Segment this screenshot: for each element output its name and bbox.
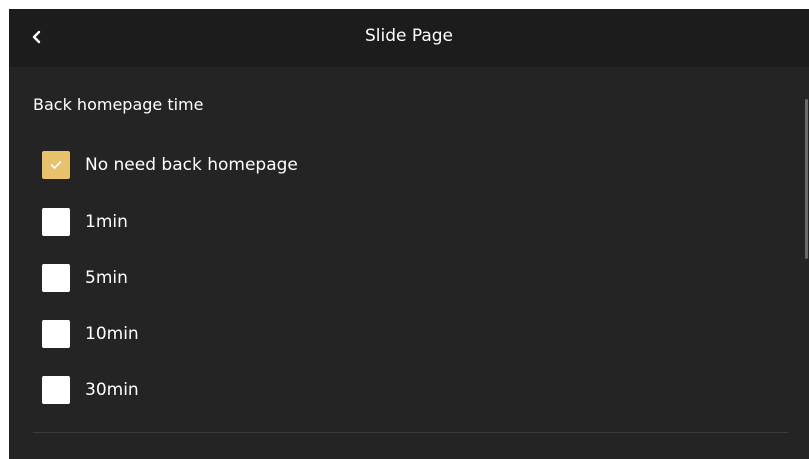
scrollbar[interactable] — [805, 99, 808, 259]
section-label: Back homepage time — [33, 95, 204, 114]
option-5min[interactable]: 5min — [42, 262, 128, 294]
option-10min[interactable]: 10min — [42, 318, 139, 350]
divider — [33, 432, 788, 433]
checkbox[interactable] — [42, 376, 70, 404]
checkbox[interactable] — [42, 208, 70, 236]
option-label: 10min — [85, 324, 139, 344]
screen: Slide Page Back homepage time No need ba… — [9, 9, 809, 459]
page-title: Slide Page — [364, 26, 454, 46]
option-label: 1min — [85, 212, 128, 232]
option-label: No need back homepage — [85, 155, 298, 175]
checkbox-checked[interactable] — [42, 151, 70, 179]
option-label: 5min — [85, 268, 128, 288]
checkbox[interactable] — [42, 264, 70, 292]
checkbox[interactable] — [42, 320, 70, 348]
option-30min[interactable]: 30min — [42, 374, 139, 406]
checkmark-icon — [50, 161, 62, 169]
header-bar: Slide Page — [9, 9, 809, 67]
option-label: 30min — [85, 380, 139, 400]
option-no-need-back-homepage[interactable]: No need back homepage — [42, 149, 298, 181]
option-1min[interactable]: 1min — [42, 206, 128, 238]
